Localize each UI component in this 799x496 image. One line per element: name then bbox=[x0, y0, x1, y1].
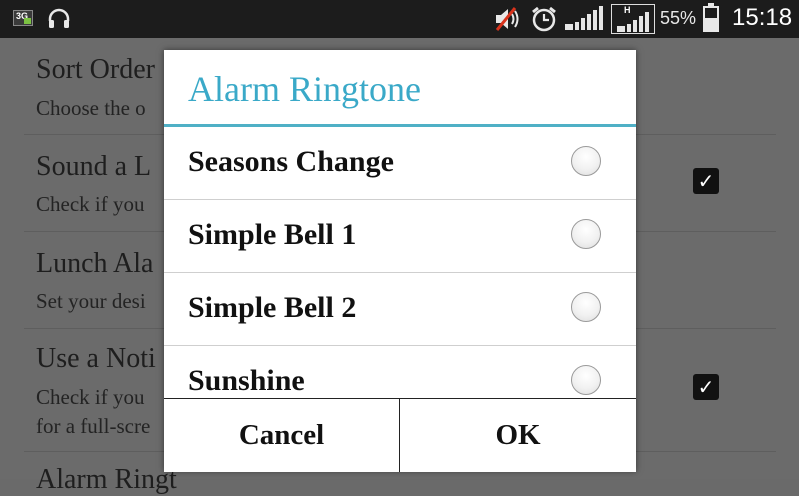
ringtone-label: Sunshine bbox=[188, 364, 305, 397]
pref-title: Sort Order bbox=[36, 54, 155, 85]
ringtone-list[interactable]: Seasons Change Simple Bell 1 Simple Bell… bbox=[164, 127, 636, 398]
signal-icon bbox=[563, 6, 605, 32]
pref-title: Lunch Ala bbox=[36, 248, 154, 279]
checkbox-checked-icon[interactable]: ✓ bbox=[693, 374, 719, 400]
mute-icon bbox=[492, 6, 522, 32]
pref-title: Alarm Ringt bbox=[36, 464, 177, 495]
pref-summary: Check if you bbox=[36, 192, 145, 216]
ringtone-option[interactable]: Simple Bell 1 bbox=[164, 200, 636, 273]
cancel-button[interactable]: Cancel bbox=[164, 399, 400, 472]
radio-unselected-icon[interactable] bbox=[571, 292, 601, 322]
dialog-title: Alarm Ringtone bbox=[188, 69, 421, 109]
pref-title: Sound a L bbox=[36, 151, 152, 182]
clock-time: 15:18 bbox=[732, 4, 793, 31]
signal-badge-text: H bbox=[624, 5, 631, 15]
ringtone-label: Seasons Change bbox=[188, 145, 394, 178]
headphones-icon bbox=[46, 6, 72, 32]
alarm-icon bbox=[530, 6, 558, 32]
status-bar: 3G H 55% 15:18 bbox=[0, 0, 799, 38]
ringtone-option[interactable]: Seasons Change bbox=[164, 127, 636, 200]
network-badge-text: 3G bbox=[16, 11, 29, 21]
pref-summary: Choose the o bbox=[36, 96, 146, 120]
radio-unselected-icon[interactable] bbox=[571, 146, 601, 176]
radio-unselected-icon[interactable] bbox=[571, 365, 601, 395]
ringtone-label: Simple Bell 1 bbox=[188, 218, 357, 251]
battery-level-fill bbox=[705, 17, 717, 30]
battery-icon bbox=[703, 3, 719, 32]
radio-unselected-icon[interactable] bbox=[571, 219, 601, 249]
signal-h-icon: H bbox=[611, 4, 655, 34]
dialog-button-bar: Cancel OK bbox=[164, 398, 636, 472]
pref-summary-line2: for a full-scre bbox=[36, 414, 151, 438]
pref-title: Use a Noti bbox=[36, 343, 156, 374]
3g-data-icon: 3G bbox=[13, 10, 33, 26]
ringtone-option[interactable]: Sunshine bbox=[164, 346, 636, 398]
pref-summary: Set your desi bbox=[36, 289, 146, 313]
checkbox-checked-icon[interactable]: ✓ bbox=[693, 168, 719, 194]
pref-summary: Check if you bbox=[36, 385, 145, 409]
ringtone-label: Simple Bell 2 bbox=[188, 291, 357, 324]
ok-button[interactable]: OK bbox=[400, 399, 636, 472]
ringtone-dialog: Alarm Ringtone Seasons Change Simple Bel… bbox=[164, 50, 636, 472]
battery-percent: 55% bbox=[660, 8, 697, 28]
ringtone-option[interactable]: Simple Bell 2 bbox=[164, 273, 636, 346]
